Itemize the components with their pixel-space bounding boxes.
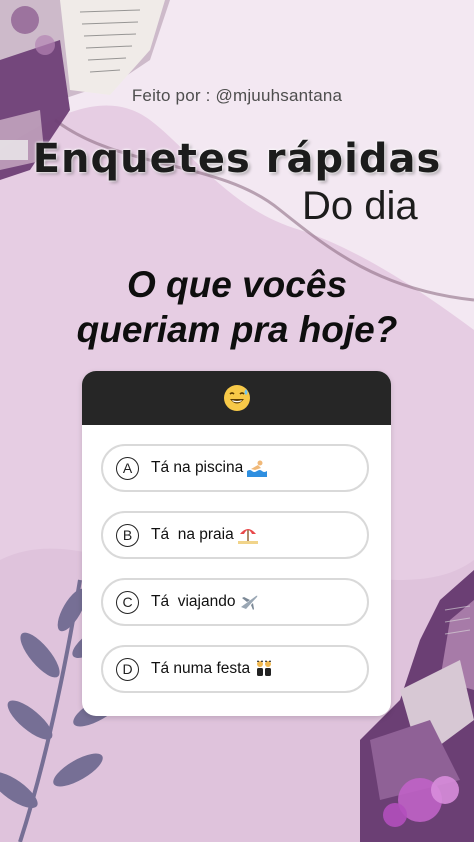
option-label-a: Tá na piscina <box>151 459 244 476</box>
beach-umbrella-icon <box>237 529 258 544</box>
page-subtitle: Do dia <box>302 184 418 228</box>
option-label-c: Tá viajando <box>151 593 236 610</box>
option-a[interactable]: A Tá na piscina <box>101 444 369 492</box>
swimmer-icon <box>247 460 268 477</box>
option-letter-d: D <box>116 657 139 681</box>
airplane-icon <box>241 595 258 610</box>
option-letter-a: A <box>116 456 139 480</box>
option-label-d: Tá numa festa <box>151 660 251 677</box>
page-title: Enquetes rápidas <box>32 136 442 182</box>
question-line-1: O que vocês <box>126 264 348 305</box>
option-label-b: Tá na praia <box>151 526 234 543</box>
dancers-icon <box>257 660 272 676</box>
quiz-card: A Tá na piscina B Tá na praia C Tá viaja… <box>82 371 391 716</box>
author-credit: Feito por : @mjuuhsantana <box>131 86 343 105</box>
grinning-sweat-emoji-icon <box>223 385 250 411</box>
poll-question: O que vocês queriam pra hoje? <box>20 262 454 352</box>
option-letter-c: C <box>116 590 139 614</box>
option-d[interactable]: D Tá numa festa <box>101 645 369 693</box>
option-b[interactable]: B Tá na praia <box>101 511 369 559</box>
question-line-2: queriam pra hoje? <box>76 309 398 350</box>
quiz-card-header <box>82 371 391 425</box>
option-letter-b: B <box>116 523 139 547</box>
option-c[interactable]: C Tá viajando <box>101 578 369 626</box>
